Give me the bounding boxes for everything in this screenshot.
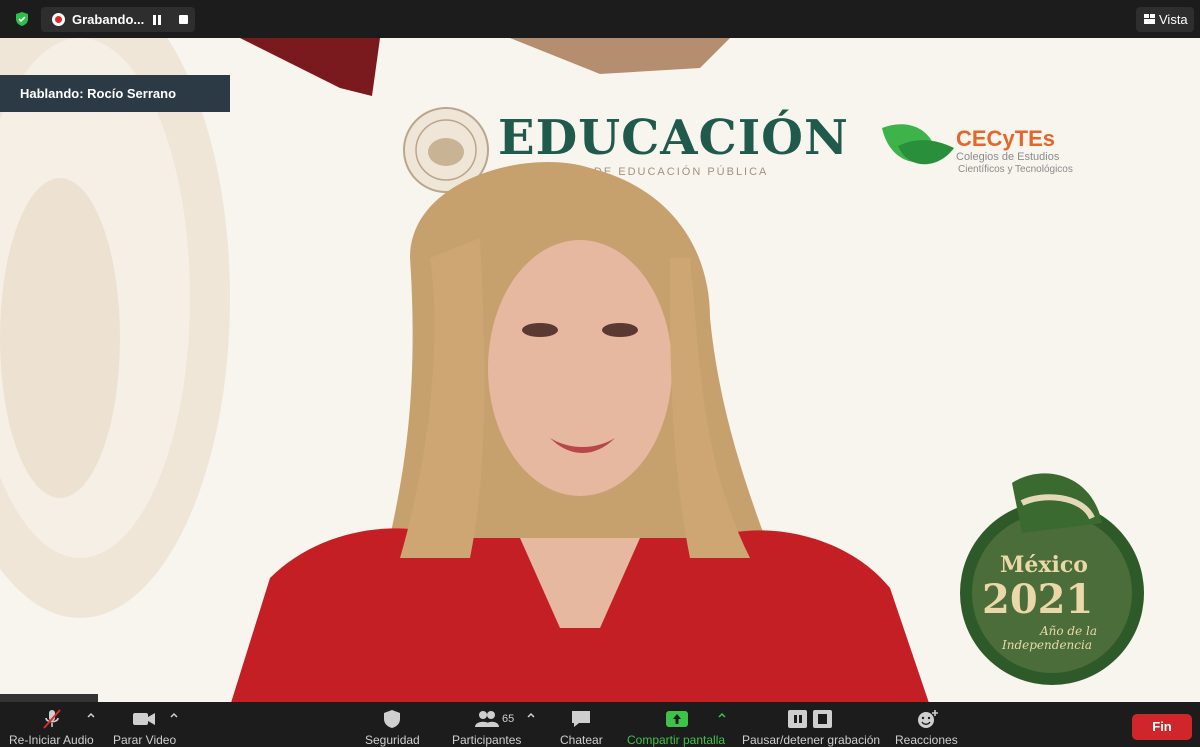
add-reaction-icon [918, 710, 938, 728]
active-speaker-video: Hablando: Rocío Serrano EDUCACIÓN SECRET… [0, 38, 1200, 702]
share-screen-button[interactable]: Compartir pantalla [624, 702, 734, 747]
badge-line-2: 2021 [982, 576, 1094, 623]
audio-options-chevron-icon[interactable] [86, 711, 96, 719]
share-options-chevron-icon[interactable] [717, 711, 727, 719]
video-control[interactable]: Parar Video [105, 702, 185, 747]
security-label: Seguridad [365, 733, 420, 747]
badge-line-1: México [1000, 552, 1088, 578]
meeting-top-bar: Grabando... Vista [0, 0, 1200, 38]
recording-controls[interactable]: Pausar/detener grabación [740, 702, 882, 747]
stop-recording-icon[interactable] [179, 15, 188, 24]
badge-line-3: Año de la [1040, 624, 1098, 638]
audio-label: Re-Iniciar Audio [9, 733, 94, 747]
grid-view-icon [1144, 14, 1155, 24]
share-screen-icon [666, 711, 688, 727]
participants-chevron-icon[interactable] [526, 711, 536, 719]
video-options-chevron-icon[interactable] [169, 711, 179, 719]
muted-microphone-icon [43, 709, 61, 729]
chat-label: Chatear [560, 733, 603, 747]
video-camera-icon [133, 713, 155, 725]
participants-label: Participantes [452, 733, 522, 747]
cecytes-logo-sub1: Colegios de Estudios [956, 151, 1060, 163]
chat-bubble-icon [572, 711, 590, 727]
pause-recording-toolbar-icon[interactable] [786, 709, 810, 729]
security-shield-icon[interactable] [14, 11, 30, 27]
pause-recording-icon[interactable] [152, 15, 162, 25]
security-shield-toolbar-icon [384, 710, 400, 728]
presenter-figure [231, 162, 929, 702]
cecytes-logo-sub2: Científicos y Tecnológicos [958, 164, 1073, 175]
video-label: Parar Video [113, 733, 177, 747]
security-button[interactable]: Seguridad [360, 702, 424, 747]
recording-indicator: Grabando... [41, 7, 195, 32]
participants-count: 65 [502, 713, 515, 725]
share-label: Compartir pantalla [627, 733, 726, 747]
participants-button[interactable]: 65 Participantes [448, 702, 538, 747]
reactions-label: Reacciones [895, 733, 958, 747]
participants-icon [475, 711, 499, 727]
reactions-button[interactable]: Reacciones [890, 702, 962, 747]
recording-label: Grabando... [72, 12, 145, 27]
end-meeting-button[interactable]: Fin [1132, 714, 1192, 740]
speaker-tag: Hablando: Rocío Serrano [0, 75, 230, 112]
recording-dot-icon [52, 13, 65, 26]
chat-button[interactable]: Chatear [556, 702, 606, 747]
recording-controls-label: Pausar/detener grabación [742, 733, 881, 747]
stop-recording-toolbar-icon[interactable] [811, 709, 835, 729]
view-label: Vista [1159, 12, 1188, 27]
audio-control[interactable]: Re-Iniciar Audio [0, 702, 100, 747]
meeting-toolbar: Re-Iniciar Audio Parar Video Seguridad 6… [0, 702, 1200, 747]
view-button[interactable]: Vista [1136, 7, 1194, 32]
cecytes-logo-title: CECyTEs [956, 126, 1056, 151]
badge-line-4: Independencia [1002, 638, 1092, 652]
